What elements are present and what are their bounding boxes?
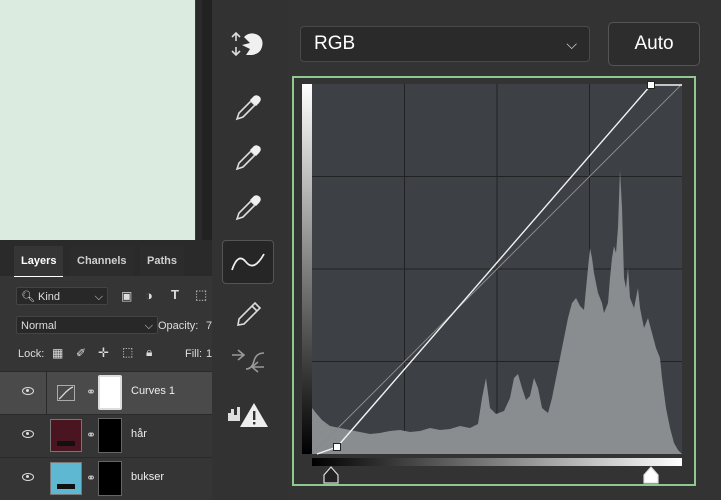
smooth-curve-tool[interactable] <box>222 338 274 382</box>
layer-row-curves[interactable]: ⚭ Curves 1 <box>0 371 212 414</box>
input-gradient-bar <box>312 458 682 466</box>
edit-points-tool[interactable] <box>222 240 274 284</box>
gray-point-eyedropper[interactable] <box>222 136 274 180</box>
layer-name[interactable]: Curves 1 <box>131 385 175 397</box>
chevron-down-icon: ⌵ <box>566 36 577 52</box>
lock-all-icon[interactable]: 🔒︎ <box>146 345 152 360</box>
tab-layers[interactable]: Layers <box>14 246 64 277</box>
tab-paths[interactable]: Paths <box>140 246 184 276</box>
curve-point-highlight <box>647 81 655 89</box>
white-point-slider <box>643 466 659 484</box>
white-point-eyedropper[interactable] <box>222 186 274 230</box>
layers-panel: Layers Channels Paths 🔍︎ Kind ⌵ ▣ ◑ T ⬚ … <box>0 240 212 500</box>
adjustment-filter-icon[interactable]: ◑ <box>145 288 153 303</box>
targeted-adjustment-tool[interactable] <box>222 22 274 66</box>
layer-filter-select[interactable]: 🔍︎ Kind ⌵ <box>16 287 108 305</box>
fill-label: Fill: <box>185 348 203 360</box>
canvas-scrollbar[interactable] <box>195 0 202 240</box>
link-chain-icon[interactable]: ⚭ <box>86 471 96 485</box>
smooth-curve-icon <box>232 349 265 373</box>
opacity-label: Opacity: <box>158 320 199 332</box>
type-filter-icon[interactable]: T <box>171 287 179 302</box>
lock-label: Lock: <box>18 348 45 360</box>
chevron-down-icon: ⌵ <box>144 320 153 332</box>
curve-point-shadow <box>333 443 341 451</box>
clipping-warning-toggle[interactable] <box>222 392 274 436</box>
draw-curve-tool[interactable] <box>222 292 274 336</box>
visibility-eye-icon[interactable] <box>22 430 34 438</box>
eyedropper-icon <box>235 145 261 171</box>
channel-value: RGB <box>314 33 356 54</box>
hand-arrow-icon <box>231 31 263 57</box>
shape-filter-icon[interactable]: ⬚ <box>195 287 207 303</box>
layer-name[interactable]: hår <box>131 428 147 440</box>
eyedropper-icon <box>235 95 261 121</box>
link-chain-icon[interactable]: ⚭ <box>86 385 96 399</box>
search-icon: 🔍︎ <box>21 291 35 303</box>
layer-row-har[interactable]: ⚭ hår <box>0 414 212 457</box>
layer-thumbnail <box>50 462 82 495</box>
layer-thumbnail <box>50 419 82 452</box>
layer-name[interactable]: bukser <box>131 471 164 483</box>
curves-properties-panel: RGB ⌵ Auto <box>288 0 721 500</box>
filter-kind-label: Kind <box>38 291 61 303</box>
chevron-down-icon: ⌵ <box>94 291 103 303</box>
row-divider <box>46 372 47 414</box>
link-chain-icon[interactable]: ⚭ <box>86 428 96 442</box>
layer-mask-thumbnail[interactable] <box>98 375 122 410</box>
lock-image-icon[interactable]: ✐ <box>76 346 86 360</box>
curve-graph[interactable] <box>294 78 694 484</box>
black-point-slider <box>323 466 339 484</box>
lock-position-icon[interactable]: ✛ <box>98 345 109 361</box>
visibility-eye-icon[interactable] <box>22 473 34 481</box>
black-point-eyedropper[interactable] <box>222 86 274 130</box>
layer-row-bukser[interactable]: ⚭ bukser <box>0 457 212 500</box>
curve-graph-focus-frame <box>292 76 696 486</box>
eyedropper-icon <box>235 195 261 221</box>
document-canvas[interactable] <box>0 0 195 240</box>
curves-tool-column <box>212 0 288 500</box>
output-gradient-bar <box>302 84 312 454</box>
curve-points-icon <box>231 253 265 271</box>
lock-transparent-icon[interactable]: ▦ <box>52 346 63 360</box>
lock-artboard-icon[interactable]: ⬚ <box>122 345 133 359</box>
blend-mode-value: Normal <box>21 320 57 332</box>
channel-select[interactable]: RGB ⌵ <box>300 26 590 62</box>
layer-mask-thumbnail[interactable] <box>98 418 122 453</box>
curves-adjustment-icon <box>57 385 75 401</box>
histogram-warning-icon <box>228 403 268 427</box>
layer-mask-thumbnail[interactable] <box>98 461 122 496</box>
auto-button[interactable]: Auto <box>608 22 700 66</box>
pencil-icon <box>237 301 262 326</box>
pixel-filter-icon[interactable]: ▣ <box>121 289 132 303</box>
blend-mode-select[interactable]: Normal ⌵ <box>16 316 158 334</box>
visibility-eye-icon[interactable] <box>22 387 34 395</box>
tab-channels[interactable]: Channels <box>70 246 134 276</box>
